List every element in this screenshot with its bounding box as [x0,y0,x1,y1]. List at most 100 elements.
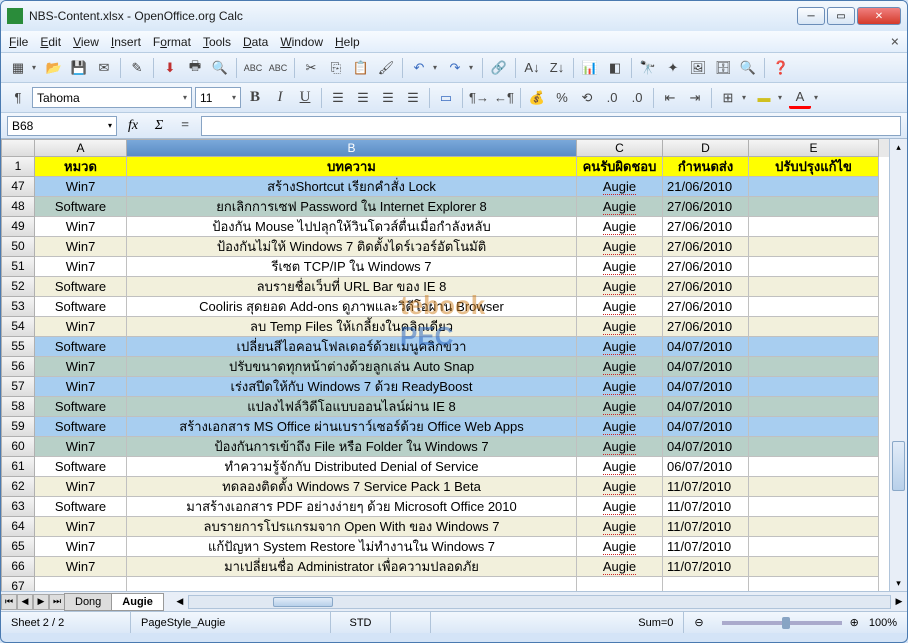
cell[interactable]: Win7 [35,257,127,277]
status-sum[interactable]: Sum=0 [431,612,684,633]
hyperlink-icon[interactable]: 🔗 [488,57,510,79]
copy-icon[interactable]: ⎘ [325,57,347,79]
cell[interactable] [749,217,879,237]
cell[interactable]: เปลี่ยนสีไอคอนโฟลเดอร์ด้วยเมนูคลิกขวา [127,337,577,357]
menu-format[interactable]: Format [153,35,191,49]
cell[interactable]: 04/07/2010 [663,417,749,437]
cell[interactable]: 11/07/2010 [663,557,749,577]
font-name-combo[interactable]: Tahoma▾ [32,87,192,108]
cell[interactable]: 04/07/2010 [663,357,749,377]
currency-icon[interactable]: 💰 [526,87,548,109]
cell[interactable]: 04/07/2010 [663,377,749,397]
col-header-C[interactable]: C [577,139,663,157]
italic-icon[interactable]: I [269,87,291,109]
cell[interactable] [749,537,879,557]
row-header[interactable]: 57 [1,377,35,397]
cell[interactable]: Software [35,337,127,357]
row-header[interactable]: 56 [1,357,35,377]
row-header[interactable]: 1 [1,157,35,177]
cell[interactable]: Augie [577,317,663,337]
cell[interactable]: Augie [577,177,663,197]
cell[interactable]: มาเปลี่ยนชื่อ Administrator เพื่อความปลอ… [127,557,577,577]
cell[interactable]: Cooliris สุดยอด Add-ons ดูภาพและวิดีโอผ่… [127,297,577,317]
cell[interactable]: Augie [577,197,663,217]
cell[interactable] [577,577,663,591]
chart-icon[interactable]: 📊 [579,57,601,79]
close-document-button[interactable]: × [891,34,899,50]
cell[interactable]: Software [35,417,127,437]
menu-window[interactable]: Window [280,35,323,49]
cell[interactable] [749,397,879,417]
cell[interactable]: Win7 [35,217,127,237]
help-icon[interactable]: ❓ [770,57,792,79]
menu-data[interactable]: Data [243,35,268,49]
new-icon[interactable]: ▦ [7,57,29,79]
cell[interactable]: ทดลองติดตั้ง Windows 7 Service Pack 1 Be… [127,477,577,497]
zoom-in-icon[interactable]: ⊕ [850,616,859,629]
zoom-out-icon[interactable]: ⊖ [684,612,713,633]
cell[interactable] [749,517,879,537]
table-row[interactable]: 52Softwareลบรายชื่อเว็บที่ URL Bar ของ I… [1,277,889,297]
table-row[interactable]: 48Softwareยกเลิกการเซฟ Password ใน Inter… [1,197,889,217]
close-button[interactable]: ✕ [857,7,901,25]
zoom-icon[interactable]: 🔍 [737,57,759,79]
borders-icon[interactable]: ⊞ [717,87,739,109]
cell[interactable] [749,237,879,257]
cell[interactable] [749,317,879,337]
cell[interactable] [749,257,879,277]
col-header-B[interactable]: B [127,139,577,157]
cell-reference-box[interactable]: B68▾ [7,116,117,136]
cell[interactable]: 11/07/2010 [663,497,749,517]
cell[interactable]: Win7 [35,437,127,457]
format-paintbrush-icon[interactable]: 🖌 [375,57,397,79]
table-row[interactable]: 66Win7มาเปลี่ยนชื่อ Administrator เพื่อค… [1,557,889,577]
sheet-tab-dong[interactable]: Dong [64,593,112,611]
scroll-up-icon[interactable]: ▴ [896,139,901,155]
cell[interactable]: แปลงไฟล์วิดีโอแบบออนไลน์ผ่าน IE 8 [127,397,577,417]
grid-body[interactable]: 1 หมวด บทความ คนรับผิดชอบ กำหนดส่ง ปรับป… [1,157,889,591]
cell[interactable]: 11/07/2010 [663,517,749,537]
cell[interactable]: Augie [577,237,663,257]
table-row[interactable]: 64Win7ลบรายการโปรแกรมจาก Open With ของ W… [1,517,889,537]
edit-file-icon[interactable]: ✎ [126,57,148,79]
cell[interactable] [749,557,879,577]
cell[interactable]: Augie [577,457,663,477]
sum-icon[interactable]: Σ [149,118,169,134]
cell[interactable]: แก้ปัญหา System Restore ไม่ทำงานใน Windo… [127,537,577,557]
table-row[interactable]: 61Softwareทำความรู้จักกับ Distributed De… [1,457,889,477]
cell[interactable]: Augie [577,397,663,417]
cell[interactable]: Augie [577,357,663,377]
increase-indent-icon[interactable]: ⇥ [684,87,706,109]
col-header-D[interactable]: D [663,139,749,157]
tab-last-icon[interactable]: ⏭ [49,594,65,610]
standard-format-icon[interactable]: ⟲ [576,87,598,109]
align-right-icon[interactable]: ☰ [377,87,399,109]
cell[interactable]: 06/07/2010 [663,457,749,477]
cell[interactable]: 27/06/2010 [663,297,749,317]
cell[interactable]: Win7 [35,537,127,557]
ltr-icon[interactable]: ¶→ [468,87,490,109]
row-header[interactable]: 49 [1,217,35,237]
cell[interactable] [749,417,879,437]
cell[interactable]: Augie [577,477,663,497]
cell[interactable] [749,357,879,377]
cell[interactable]: 27/06/2010 [663,277,749,297]
email-icon[interactable]: ✉ [93,57,115,79]
cell[interactable]: 11/07/2010 [663,477,749,497]
percent-icon[interactable]: % [551,87,573,109]
cell[interactable]: Software [35,277,127,297]
preview-icon[interactable]: 🔍 [209,57,231,79]
row-header[interactable]: 53 [1,297,35,317]
row-header[interactable]: 65 [1,537,35,557]
cell[interactable] [749,477,879,497]
cell[interactable]: 04/07/2010 [663,437,749,457]
hscroll-thumb[interactable] [273,597,333,607]
cell[interactable]: สร้างShortcut เรียกคำสั่ง Lock [127,177,577,197]
cell[interactable] [35,577,127,591]
row-header[interactable]: 59 [1,417,35,437]
table-row[interactable]: 53SoftwareCooliris สุดยอด Add-ons ดูภาพแ… [1,297,889,317]
tab-next-icon[interactable]: ▶ [33,594,49,610]
table-row[interactable]: 57Win7เร่งสปีดให้กับ Windows 7 ด้วย Read… [1,377,889,397]
show-draw-icon[interactable]: ◧ [604,57,626,79]
table-row[interactable]: 59Softwareสร้างเอกสาร MS Office ผ่านเบรา… [1,417,889,437]
